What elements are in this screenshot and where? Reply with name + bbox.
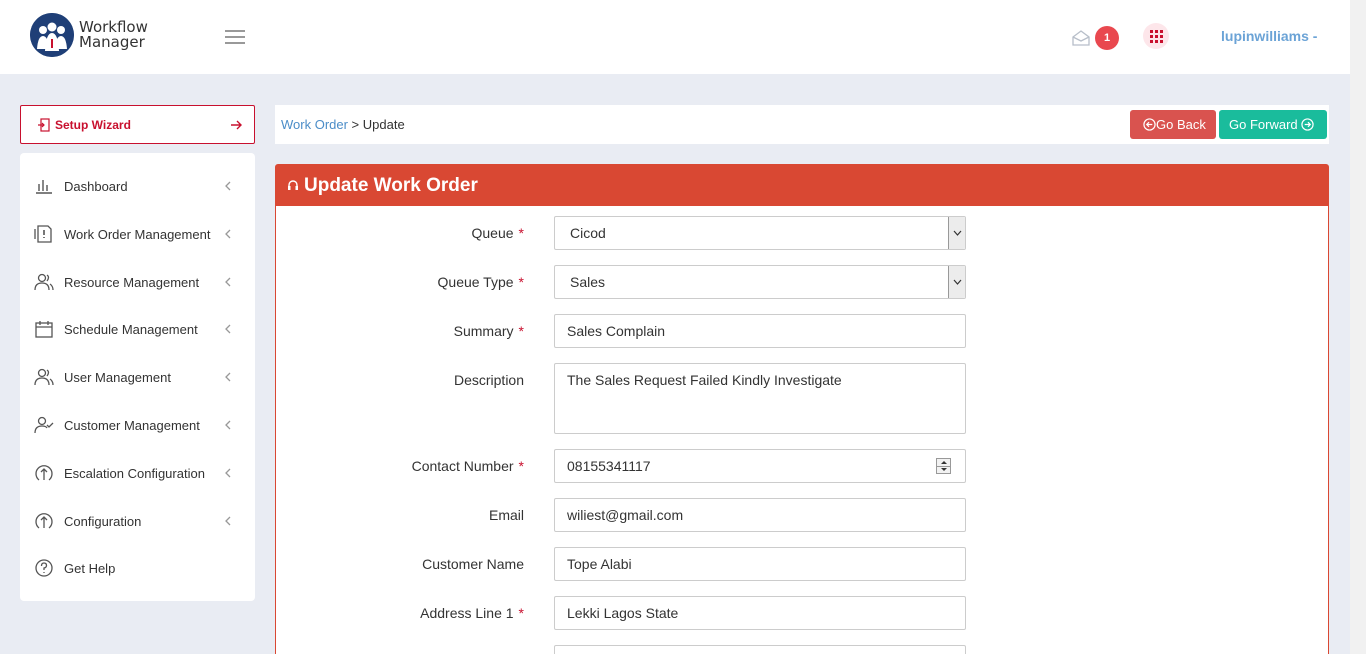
sidebar-item-label: Customer Management bbox=[64, 417, 200, 433]
menu-toggle-icon[interactable] bbox=[225, 30, 245, 44]
logo-line-2: Manager bbox=[79, 33, 145, 51]
users-icon bbox=[34, 273, 54, 291]
page-scrollbar[interactable] bbox=[1350, 0, 1366, 654]
breadcrumb-separator: > bbox=[347, 117, 363, 132]
logo[interactable]: Workflow Manager bbox=[30, 13, 148, 57]
update-work-order-card: Update Work Order Queue * Cicod Queue Typ… bbox=[275, 164, 1329, 654]
bar-chart-icon bbox=[36, 180, 52, 194]
summary-label: Summary * bbox=[453, 323, 524, 339]
arrow-left-circle-icon bbox=[1143, 118, 1156, 131]
sidebar-item-label: Work Order Management bbox=[64, 226, 211, 242]
contact-number-input[interactable]: 08155341117 bbox=[554, 449, 966, 483]
email-field[interactable]: wiliest@gmail.com bbox=[554, 498, 966, 532]
setup-wizard-button[interactable]: Setup Wizard bbox=[20, 105, 255, 144]
chevron-down-icon bbox=[948, 217, 965, 249]
sidebar-item-label: Resource Management bbox=[64, 274, 200, 290]
chevron-left-icon bbox=[225, 516, 231, 526]
sidebar-item-customer-management[interactable]: Customer Management bbox=[20, 405, 255, 445]
customer-name-label: Customer Name bbox=[422, 556, 524, 572]
document-alert-icon bbox=[34, 225, 52, 243]
breadcrumb: Work Order > Update bbox=[281, 117, 405, 132]
chevron-left-icon bbox=[225, 468, 231, 478]
queue-select[interactable]: Cicod bbox=[554, 216, 966, 250]
chevron-left-icon bbox=[225, 372, 231, 382]
logo-text: Workflow Manager bbox=[79, 20, 148, 50]
calendar-icon bbox=[35, 321, 53, 338]
arrow-right-circle-icon bbox=[1300, 118, 1314, 131]
chevron-down-icon bbox=[948, 266, 965, 298]
sign-in-icon bbox=[38, 117, 50, 132]
go-forward-label: Go Forward bbox=[1229, 117, 1298, 132]
logo-icon bbox=[30, 13, 74, 57]
address-line-1-label: Address Line 1 * bbox=[420, 605, 524, 621]
support-icon bbox=[288, 179, 298, 190]
chevron-left-icon bbox=[225, 420, 231, 430]
go-back-label: Go Back bbox=[1156, 117, 1206, 132]
breadcrumb-bar: Work Order > Update Go Back Go Forward bbox=[275, 105, 1329, 144]
sidebar-item-dashboard[interactable]: Dashboard bbox=[20, 166, 255, 206]
setup-wizard-label: Setup Wizard bbox=[55, 117, 131, 132]
sidebar-item-label: User Management bbox=[64, 369, 171, 385]
sidebar-item-label: Schedule Management bbox=[64, 321, 198, 337]
notification-badge[interactable]: 1 bbox=[1095, 26, 1119, 50]
queue-value: Cicod bbox=[570, 225, 606, 241]
sidebar-item-resource-management[interactable]: Resource Management bbox=[20, 262, 255, 302]
sidebar-item-work-order-management[interactable]: Work Order Management bbox=[20, 214, 255, 254]
address-line-2-input[interactable] bbox=[554, 645, 966, 654]
user-check-icon bbox=[34, 416, 54, 434]
go-back-button[interactable]: Go Back bbox=[1130, 110, 1216, 139]
sidebar-item-schedule-management[interactable]: Schedule Management bbox=[20, 309, 255, 349]
help-circle-icon bbox=[35, 559, 53, 577]
number-stepper[interactable] bbox=[936, 458, 951, 474]
go-forward-button[interactable]: Go Forward bbox=[1219, 110, 1327, 139]
envelope-icon[interactable] bbox=[1072, 29, 1090, 47]
queue-label: Queue * bbox=[471, 225, 525, 241]
chevron-left-icon bbox=[225, 229, 231, 239]
sidebar-item-escalation-configuration[interactable]: Escalation Configuration bbox=[20, 453, 255, 493]
sidebar-item-user-management[interactable]: User Management bbox=[20, 357, 255, 397]
arrow-up-circle-icon bbox=[35, 513, 53, 529]
card-header: Update Work Order bbox=[276, 165, 1328, 206]
chevron-left-icon bbox=[225, 181, 231, 191]
email-label: Email bbox=[488, 507, 524, 523]
chevron-left-icon bbox=[225, 277, 231, 287]
description-textarea[interactable]: The Sales Request Failed Kindly Investig… bbox=[554, 363, 966, 434]
top-header: Workflow Manager 1 lupinwilliams - bbox=[0, 0, 1350, 74]
arrow-right-icon bbox=[231, 120, 242, 130]
sidebar-item-label: Escalation Configuration bbox=[64, 465, 205, 481]
contact-number-value: 08155341117 bbox=[567, 458, 651, 474]
description-label: Description bbox=[453, 372, 524, 388]
arrow-up-circle-icon bbox=[35, 465, 53, 481]
customer-name-input[interactable]: Tope Alabi bbox=[554, 547, 966, 581]
sidebar-item-get-help[interactable]: Get Help bbox=[20, 548, 255, 588]
sidebar-item-label: Configuration bbox=[64, 513, 142, 529]
user-menu[interactable]: lupinwilliams - bbox=[1221, 28, 1317, 44]
users-icon bbox=[34, 368, 54, 386]
summary-input[interactable]: Sales Complain bbox=[554, 314, 966, 348]
sidebar-item-label: Dashboard bbox=[64, 178, 128, 194]
queue-type-select[interactable]: Sales bbox=[554, 265, 966, 299]
apps-grid-icon[interactable] bbox=[1143, 23, 1169, 49]
queue-type-label: Queue Type * bbox=[437, 274, 524, 290]
sidebar-item-configuration[interactable]: Configuration bbox=[20, 501, 255, 541]
chevron-left-icon bbox=[225, 324, 231, 334]
sidebar: Dashboard Work Order Management Resource… bbox=[20, 153, 255, 601]
card-title: Update Work Order bbox=[304, 174, 478, 196]
breadcrumb-current: Update bbox=[362, 117, 405, 132]
contact-number-label: Contact Number * bbox=[411, 458, 524, 474]
queue-type-value: Sales bbox=[570, 274, 606, 290]
sidebar-item-label: Get Help bbox=[64, 560, 116, 576]
address-line-1-input[interactable]: Lekki Lagos State bbox=[554, 596, 966, 630]
breadcrumb-link-work-order[interactable]: Work Order bbox=[281, 117, 348, 132]
